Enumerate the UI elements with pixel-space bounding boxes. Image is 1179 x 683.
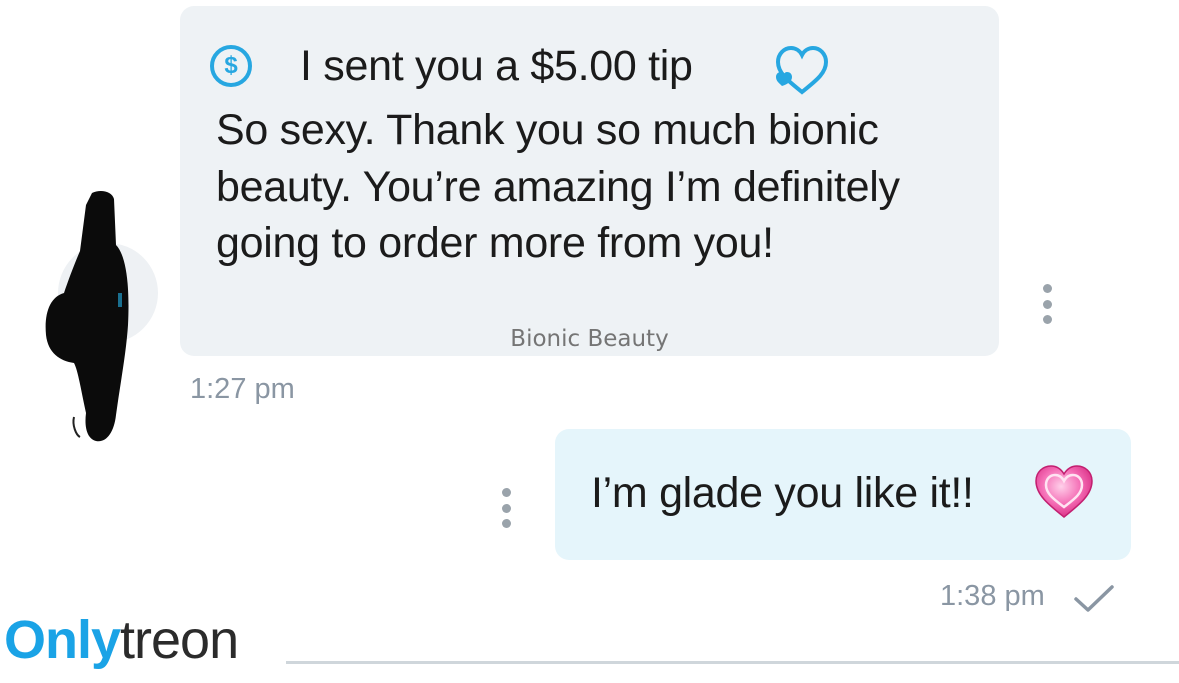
- redacted-avatar-shape: [45, 191, 129, 442]
- watermark-divider: [286, 661, 1179, 664]
- heart-outline-icon: [775, 45, 829, 95]
- incoming-message-text: So sexy. Thank you so much bionic beauty…: [216, 106, 900, 267]
- check-icon: [1074, 585, 1114, 612]
- outgoing-timestamp: 1:38 pm: [940, 580, 1045, 612]
- more-vertical-icon[interactable]: [500, 488, 512, 528]
- sender-avatar[interactable]: [30, 185, 160, 445]
- chat-screen: $ I sent you a $5.00 tip So sexy. Thank …: [0, 0, 1179, 683]
- watermark-part-2: treon: [120, 610, 239, 670]
- outgoing-message-bubble[interactable]: I’m glade you like it!!: [555, 429, 1131, 560]
- watermark-logo: Only treon: [4, 610, 239, 670]
- tip-label: I sent you a $5.00 tip: [300, 41, 693, 90]
- incoming-timestamp: 1:27 pm: [190, 373, 295, 405]
- watermark-part-1: Only: [4, 610, 121, 670]
- sender-name[interactable]: Bionic Beauty: [180, 326, 999, 352]
- outgoing-message-text: I’m glade you like it!!: [591, 469, 974, 517]
- pink-heart-icon: [1035, 465, 1093, 518]
- tip-header: $ I sent you a $5.00 tip: [210, 40, 693, 92]
- dollar-circle-icon: $: [210, 45, 252, 87]
- incoming-message-bubble[interactable]: $ I sent you a $5.00 tip So sexy. Thank …: [180, 6, 999, 356]
- more-vertical-icon[interactable]: [1041, 284, 1053, 324]
